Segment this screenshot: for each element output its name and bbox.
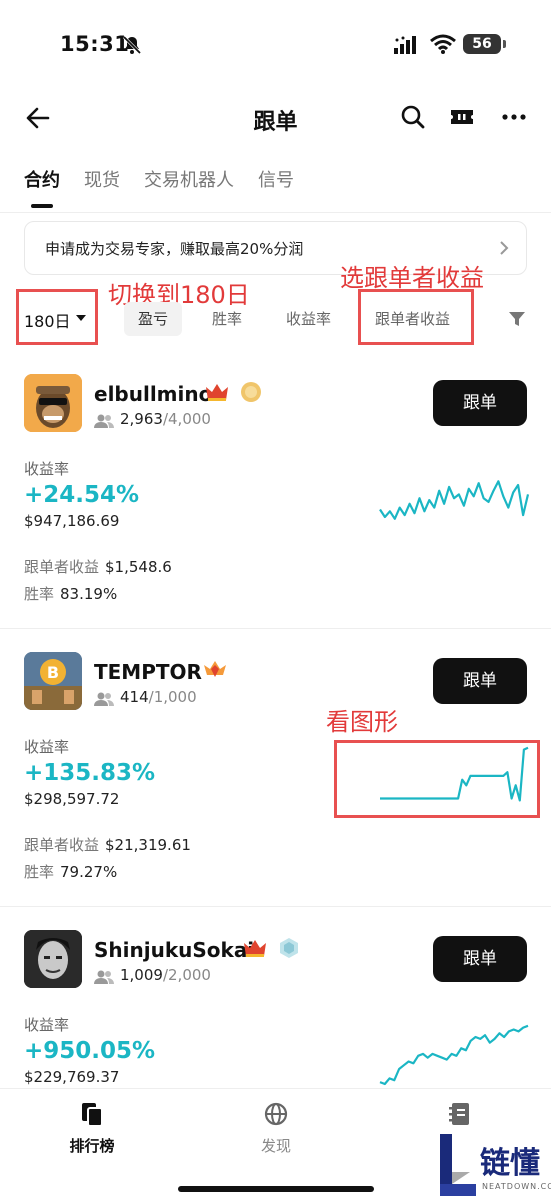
crown-badge-icon: [244, 940, 266, 957]
roi-value: +950.05%: [24, 1038, 156, 1064]
aum-value: $298,597.72: [24, 790, 120, 808]
follower-capacity: /2,000: [162, 966, 211, 984]
follower-capacity: /4,000: [162, 410, 211, 428]
bitcoin-avatar-icon: B: [24, 652, 82, 710]
tab-trading-bots[interactable]: 交易机器人: [144, 166, 234, 206]
follower-profit: 跟单者收益 $21,319.61: [24, 834, 191, 855]
aum-value: $947,186.69: [24, 512, 120, 530]
nav-notebook[interactable]: [410, 1101, 510, 1127]
roi-value: +135.83%: [24, 760, 156, 786]
win-rate: 胜率 83.19%: [24, 583, 117, 604]
follower-profit-value: $1,548.6: [105, 558, 172, 576]
category-tabs: 合约 现货 交易机器人 信号: [24, 166, 294, 208]
banner-text: 申请成为交易专家，赚取最高20%分润: [45, 240, 304, 258]
roi-label: 收益率: [24, 460, 70, 478]
win-rate-label: 胜率: [24, 863, 55, 881]
annotation-box-chart: [334, 740, 540, 818]
roi-label: 收益率: [24, 1016, 70, 1034]
follower-current: 414: [120, 688, 149, 706]
roi-value: +24.54%: [24, 482, 140, 508]
wifi-icon: [430, 34, 456, 54]
home-indicator: [178, 1186, 374, 1192]
portrait-avatar-icon: [24, 930, 82, 988]
diamond-badge-icon: [280, 938, 298, 958]
annotation-box-follower-profit: [358, 289, 474, 345]
divider: [0, 628, 551, 629]
sparkline-path: [379, 480, 530, 520]
follower-profit: 跟单者收益 $1,548.6: [24, 556, 172, 577]
win-rate-value: 79.27%: [60, 863, 118, 881]
divider: [0, 212, 551, 213]
follower-current: 2,963: [120, 410, 163, 428]
nav-leaderboard[interactable]: 排行榜: [42, 1101, 142, 1156]
win-rate-value: 83.19%: [60, 585, 118, 603]
status-bar: 15:31 56: [0, 0, 551, 90]
follower-count: 414/1,000: [120, 688, 197, 706]
follow-button[interactable]: 跟单: [433, 658, 527, 704]
follower-profit-label: 跟单者收益: [24, 836, 100, 854]
gem-badge-icon: [204, 661, 226, 677]
status-time: 15:31: [60, 32, 130, 56]
tab-futures[interactable]: 合约: [24, 166, 60, 208]
annotation-select-follower-profit: 选跟单者收益: [340, 264, 484, 292]
roi-sparkline: [379, 480, 530, 520]
nav-discover[interactable]: 发现: [226, 1101, 326, 1156]
notebook-icon: [449, 1103, 469, 1125]
follower-count: 1,009/2,000: [120, 966, 211, 984]
nav-label: 排行榜: [69, 1137, 115, 1155]
ticket-icon[interactable]: [449, 105, 475, 129]
annotation-box-period: [16, 289, 98, 345]
filter-icon[interactable]: [508, 310, 526, 328]
battery-icon: 56: [463, 34, 506, 54]
win-rate-label: 胜率: [24, 585, 55, 603]
follower-capacity: /1,000: [148, 688, 197, 706]
nav-label: 发现: [260, 1137, 291, 1155]
sort-chip-pnl[interactable]: 盈亏: [124, 302, 183, 336]
roi-label: 收益率: [24, 738, 70, 756]
trader-name[interactable]: ShinjukuSokai: [94, 938, 254, 962]
search-icon[interactable]: [400, 104, 426, 130]
watermark-text: 链懂: [480, 1146, 540, 1181]
svg-text:B: B: [47, 663, 59, 682]
watermark-subtext: NEATDOWN.COM: [482, 1182, 551, 1191]
avatar[interactable]: B: [24, 652, 82, 710]
watermark-logo-icon: [440, 1134, 476, 1196]
follower-profit-label: 跟单者收益: [24, 558, 100, 576]
trader-name[interactable]: TEMPTOR: [94, 660, 202, 684]
sort-chip-roi[interactable]: 收益率: [272, 302, 345, 336]
followers-icon: [94, 414, 114, 428]
trader-card[interactable]: ShinjukuSokai 1,009/2,000 跟单 收益率 +950.05…: [0, 922, 551, 1088]
watermark: 链懂 NEATDOWN.COM: [432, 1130, 551, 1198]
gold-medal-icon: [241, 382, 261, 402]
more-icon[interactable]: [500, 105, 528, 129]
annotation-look-chart: 看图形: [326, 708, 398, 736]
globe-icon: [264, 1102, 288, 1126]
sort-chip-win-rate[interactable]: 胜率: [198, 302, 256, 336]
crown-badge-icon: [206, 384, 228, 401]
follower-profit-value: $21,319.61: [105, 836, 191, 854]
bell-off-icon: [122, 35, 142, 55]
avatar[interactable]: [24, 930, 82, 988]
leaderboard-icon: [82, 1103, 103, 1127]
tab-signals[interactable]: 信号: [258, 166, 294, 206]
follower-current: 1,009: [120, 966, 163, 984]
avatar[interactable]: [24, 374, 82, 432]
win-rate: 胜率 79.27%: [24, 861, 117, 882]
followers-icon: [94, 692, 114, 706]
divider: [0, 906, 551, 907]
follow-button[interactable]: 跟单: [433, 380, 527, 426]
trader-card[interactable]: elbullmino 2,963/4,000 跟单 收益率 +24.54% $9…: [0, 366, 551, 628]
roi-sparkline: [379, 1024, 529, 1086]
tab-spot[interactable]: 现货: [84, 166, 120, 206]
followers-icon: [94, 970, 114, 984]
signal-icon: [394, 36, 416, 54]
sparkline-path: [379, 1024, 529, 1086]
trader-name[interactable]: elbullmino: [94, 382, 212, 406]
ape-avatar-icon: [24, 374, 82, 432]
follow-button[interactable]: 跟单: [433, 936, 527, 982]
aum-value: $229,769.37: [24, 1068, 120, 1086]
top-nav: 跟单: [0, 96, 551, 140]
chevron-right-icon: [500, 241, 509, 255]
follower-count: 2,963/4,000: [120, 410, 211, 428]
